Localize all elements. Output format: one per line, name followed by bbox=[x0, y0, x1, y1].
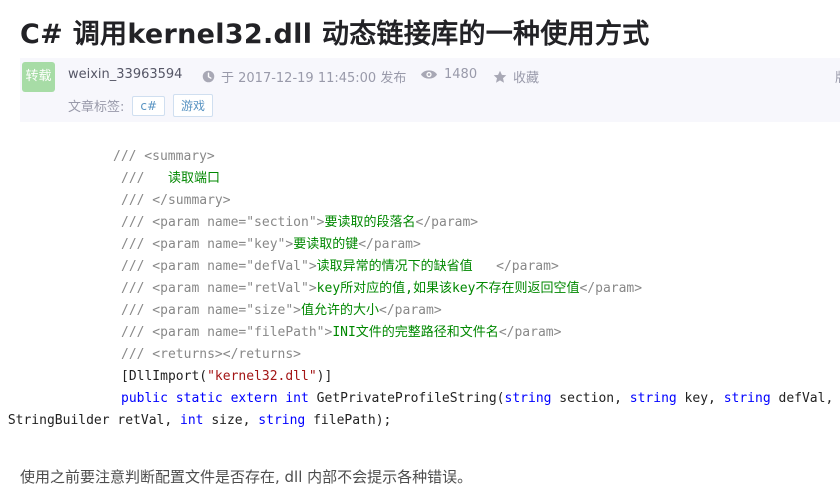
author-link[interactable]: weixin_33963594 bbox=[68, 67, 182, 82]
usage-note: 使用之前要注意判断配置文件是否存在, dll 内部不会提示各种错误。 bbox=[20, 468, 473, 486]
eye-icon bbox=[420, 68, 438, 81]
favorite-label[interactable]: 收藏 bbox=[513, 67, 539, 86]
view-count-value: 1480 bbox=[444, 67, 478, 82]
author-name[interactable]: weixin_33963594 bbox=[68, 67, 182, 82]
publish-date: 于 2017-12-19 11:45:00 发布 bbox=[202, 67, 406, 86]
copyright-link[interactable]: 版 bbox=[835, 67, 840, 86]
article-title: C# 调用kernel32.dll 动态链接库的一种使用方式 bbox=[20, 19, 650, 50]
favorite-button[interactable]: 收藏 bbox=[493, 67, 539, 86]
code-line: /// <param name="defVal">读取异常的情况下的缺省值 </… bbox=[121, 259, 559, 274]
view-count: 1480 bbox=[420, 67, 477, 82]
code-line: StringBuilder retVal, int size, string f… bbox=[0, 413, 392, 428]
code-line: public static extern int GetPrivateProfi… bbox=[121, 391, 834, 406]
code-line: /// <returns></returns> bbox=[121, 347, 302, 362]
code-line: /// <param name="size">值允许的大小</param> bbox=[121, 303, 442, 318]
tag-game[interactable]: 游戏 bbox=[173, 94, 214, 117]
repost-badge: 转载 bbox=[22, 62, 55, 92]
article-tags: 文章标签: c# 游戏 bbox=[68, 94, 214, 117]
tags-label: 文章标签: bbox=[68, 100, 125, 115]
code-line: [DllImport("kernel32.dll")] bbox=[121, 369, 333, 384]
code-line: /// </summary> bbox=[121, 193, 231, 208]
code-line: /// <param name="retVal">key所对应的值,如果该key… bbox=[121, 281, 643, 296]
code-line: /// 读取端口 bbox=[121, 171, 220, 186]
code-line: /// <summary> bbox=[113, 149, 215, 164]
publish-date-text: 于 2017-12-19 11:45:00 发布 bbox=[221, 71, 407, 86]
code-line: /// <param name="section">要读取的段落名</param… bbox=[121, 215, 479, 230]
clock-icon bbox=[202, 70, 215, 83]
tag-csharp[interactable]: c# bbox=[132, 95, 166, 116]
star-icon[interactable] bbox=[493, 70, 507, 84]
article-meta-bar: 转载 weixin_33963594 于 2017-12-19 11:45:00… bbox=[20, 58, 840, 122]
code-line: /// <param name="filePath">INI文件的完整路径和文件… bbox=[121, 325, 562, 340]
code-line: /// <param name="key">要读取的键</param> bbox=[121, 237, 421, 252]
